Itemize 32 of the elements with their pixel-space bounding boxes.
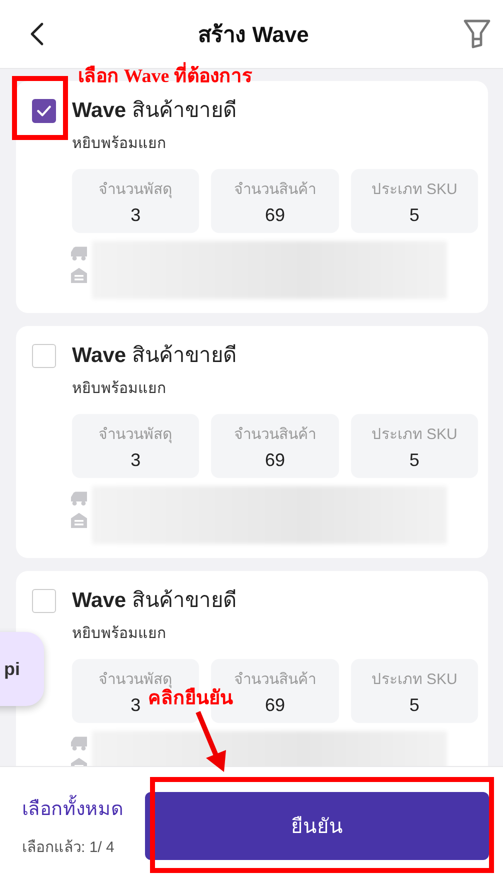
wave-card[interactable]: Wave สินค้าขายดี หยิบพร้อมแยก จำนวนพัสดุ 3 จำนวนสินค้า 69 ประเภท SKU 5	[16, 326, 488, 558]
stat-label: จำนวนพัสดุ	[98, 670, 173, 688]
stat-label: จำนวนพัสดุ	[98, 424, 173, 446]
stat-value: 69	[264, 450, 285, 470]
wave-title: Wave สินค้าขายดี	[72, 98, 238, 124]
wave-type: หยิบพร้อมแยก	[72, 379, 167, 399]
stat-value: 3	[130, 204, 141, 226]
stat-value: 3	[130, 450, 141, 470]
wave-type: หยิบพร้อมแยก	[72, 134, 167, 154]
wave-type: หยิบพร้อมแยก	[72, 624, 167, 644]
stat-value: 5	[409, 694, 420, 716]
annotation-text: คลิกยืนยัน	[148, 688, 233, 711]
wave-card[interactable]: Wave สินค้าขายดี หยิบพร้อมแยก จำนวนพัสดุ 3 จำนวนสินค้า 69 ประเภท SKU 5	[16, 81, 488, 313]
stat-label: จำนวนสินค้า	[234, 180, 316, 200]
stat-label: ประเภท SKU	[371, 424, 458, 444]
wave-title: Wave สินค้าขายดี	[72, 588, 238, 614]
stat-value: 69	[264, 204, 285, 226]
floating-tab[interactable]: pi	[0, 632, 44, 706]
stat-value: 69	[264, 694, 285, 716]
confirm-button[interactable]: ยืนยัน	[145, 792, 489, 860]
selected-count: เลือกแล้ว: 1/ 4	[22, 838, 116, 858]
page-title: สร้าง Wave	[198, 20, 309, 48]
wave-title: Wave สินค้าขายดี	[72, 343, 238, 369]
stat-label: จำนวนพัสดุ	[98, 180, 173, 200]
select-all-link[interactable]: เลือกทั้งหมด	[22, 793, 123, 823]
stat-label: ประเภท SKU	[371, 670, 458, 690]
stat-label: จำนวนสินค้า	[234, 670, 316, 690]
stat-value: 5	[409, 450, 420, 470]
stat-label: ประเภท SKU	[371, 180, 458, 200]
stat-label: จำนวนสินค้า	[234, 424, 316, 444]
stat-value: 5	[409, 204, 420, 226]
stat-value: 3	[130, 694, 141, 716]
